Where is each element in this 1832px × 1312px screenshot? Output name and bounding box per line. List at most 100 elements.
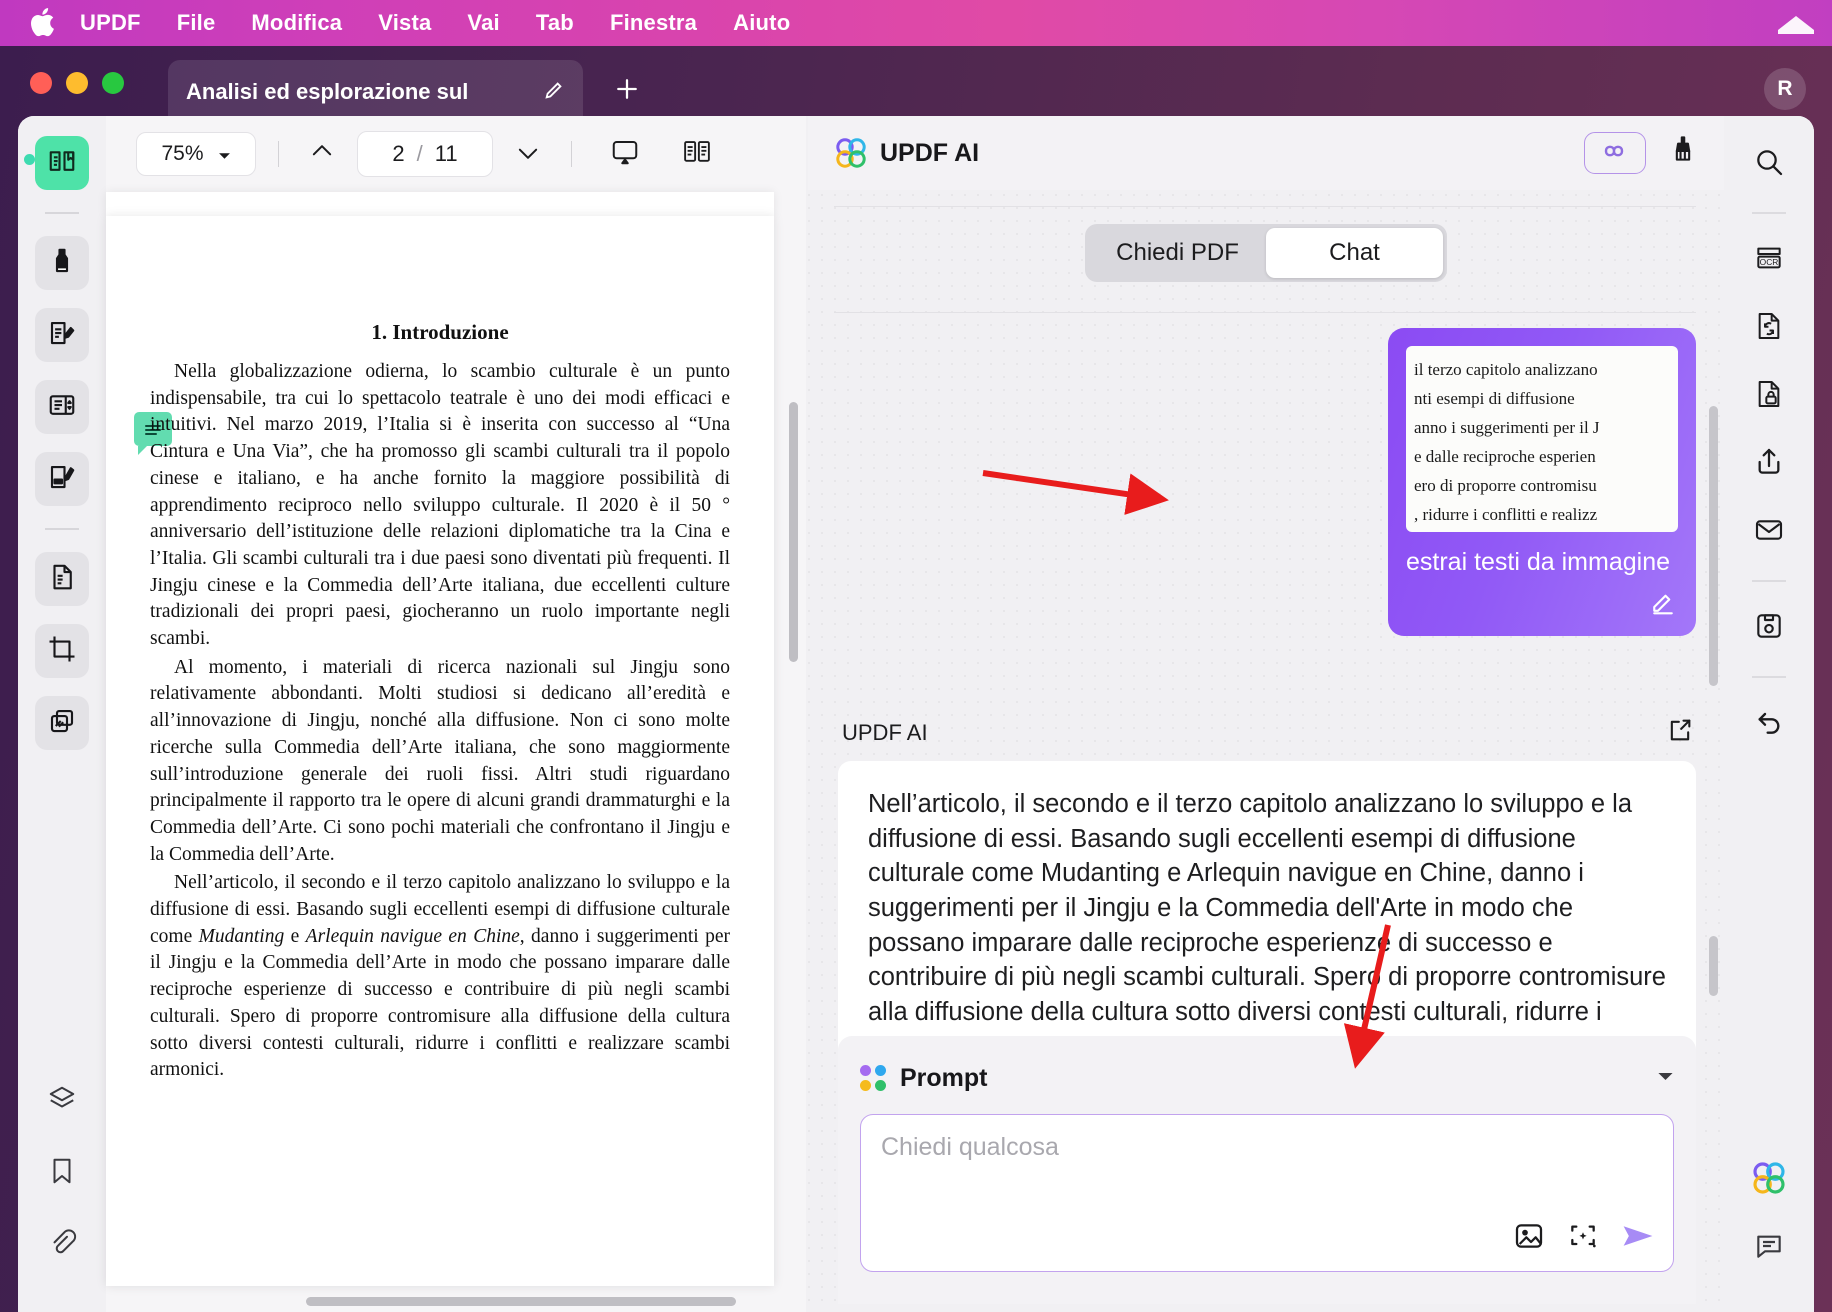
ai-mode-tabs: Chiedi PDF Chat bbox=[1085, 224, 1447, 282]
updf-ai-clover-icon bbox=[1751, 1160, 1787, 1201]
insert-image-icon[interactable] bbox=[1513, 1220, 1545, 1257]
sidebar-item-search[interactable] bbox=[1743, 138, 1795, 190]
image-text-line: anno i suggerimenti per il J bbox=[1414, 418, 1600, 437]
pencil-icon[interactable] bbox=[543, 79, 565, 106]
toolbar-divider-2 bbox=[571, 141, 572, 167]
screenshot-extract-icon[interactable] bbox=[1567, 1220, 1599, 1257]
menu-item-vai[interactable]: Vai bbox=[449, 0, 517, 46]
window-controls[interactable] bbox=[30, 72, 124, 94]
previous-page-button[interactable] bbox=[301, 133, 343, 175]
document-horizontal-scrollbar[interactable] bbox=[306, 1297, 736, 1306]
apple-logo-icon[interactable] bbox=[22, 8, 62, 38]
para3-part-c: , danno i suggerimenti per il Jingju e l… bbox=[150, 925, 730, 1081]
right-rail-divider bbox=[1752, 212, 1786, 214]
stacked-pages-icon bbox=[47, 706, 77, 741]
page-layout-button[interactable] bbox=[676, 133, 718, 175]
tabs-divider bbox=[834, 312, 1696, 313]
tab-chat[interactable]: Chat bbox=[1266, 228, 1443, 278]
sidebar-item-reader-view[interactable] bbox=[35, 136, 89, 190]
document-heading: 1. Introduzione bbox=[371, 320, 509, 344]
expand-answer-button[interactable] bbox=[1666, 716, 1694, 749]
left-toolbar-rail bbox=[18, 116, 106, 1312]
right-rail-divider-2 bbox=[1752, 580, 1786, 582]
prompt-input-box[interactable]: Chiedi qualcosa bbox=[860, 1114, 1674, 1272]
sidebar-item-edit-pdf[interactable] bbox=[35, 380, 89, 434]
sidebar-item-ai-assistant[interactable] bbox=[1743, 1154, 1795, 1206]
sidebar-item-share[interactable] bbox=[1743, 438, 1795, 490]
sidebar-item-email[interactable] bbox=[1743, 506, 1795, 558]
maximize-window-button[interactable] bbox=[102, 72, 124, 94]
document-columns-icon bbox=[47, 390, 77, 425]
document-tab[interactable]: Analisi ed esplorazione sul bbox=[168, 60, 583, 124]
edit-message-button[interactable] bbox=[1406, 587, 1678, 622]
menu-item-modifica[interactable]: Modifica bbox=[233, 0, 360, 46]
rail-divider-2 bbox=[45, 528, 79, 530]
notification-center-icon[interactable] bbox=[1776, 10, 1816, 36]
sidebar-item-save[interactable] bbox=[1743, 602, 1795, 654]
presentation-button[interactable] bbox=[604, 133, 646, 175]
envelope-icon bbox=[1753, 514, 1785, 551]
app-body: 75% 2 / 11 1. Introduzione Nella globali… bbox=[18, 116, 1814, 1312]
sidebar-item-organize-pages[interactable] bbox=[35, 552, 89, 606]
book-open-icon bbox=[47, 146, 77, 181]
ai-credits-badge[interactable] bbox=[1584, 132, 1646, 174]
zoom-level-value: 75% bbox=[161, 142, 204, 165]
plus-icon[interactable] bbox=[612, 74, 642, 109]
document-paragraph-1: Nella globalizzazione odierna, lo scambi… bbox=[150, 361, 730, 650]
crop-icon bbox=[47, 634, 77, 669]
sidebar-item-fill-sign[interactable] bbox=[35, 452, 89, 506]
ai-panel-scrollbar-bottom[interactable] bbox=[1709, 936, 1718, 996]
document-vertical-scrollbar[interactable] bbox=[789, 402, 798, 662]
sidebar-item-layers[interactable] bbox=[35, 1074, 89, 1128]
menu-item-vista[interactable]: Vista bbox=[360, 0, 449, 46]
chevron-down-icon[interactable] bbox=[1657, 1069, 1674, 1087]
sidebar-item-attachments[interactable] bbox=[35, 1218, 89, 1272]
marker-pen-icon bbox=[47, 246, 77, 281]
pdf-viewer: 75% 2 / 11 1. Introduzione Nella globali… bbox=[106, 116, 806, 1312]
menu-item-tab[interactable]: Tab bbox=[518, 0, 592, 46]
ai-panel-header: UPDF AI bbox=[808, 116, 1724, 190]
next-page-button[interactable] bbox=[507, 133, 549, 175]
ai-panel-scrollbar-top[interactable] bbox=[1709, 406, 1718, 686]
pdf-page: 1. Introduzione Nella globalizzazione od… bbox=[106, 216, 774, 1286]
send-arrow-icon[interactable] bbox=[1621, 1221, 1655, 1256]
sidebar-item-batch[interactable] bbox=[35, 696, 89, 750]
para3-part-b: e bbox=[284, 925, 306, 947]
clear-chat-brush-icon[interactable] bbox=[1668, 135, 1698, 172]
ai-answer-text: Nell’articolo, il secondo e il terzo cap… bbox=[868, 790, 1666, 1061]
updf-ai-panel: UPDF AI Chiedi PDF Chat il terzo capitol… bbox=[808, 116, 1724, 1312]
sidebar-item-highlight[interactable] bbox=[35, 236, 89, 290]
sidebar-item-crop[interactable] bbox=[35, 624, 89, 678]
zoom-level-select[interactable]: 75% bbox=[136, 132, 256, 176]
user-message-text: estrai testi da immagine bbox=[1406, 548, 1671, 576]
prompt-action-buttons bbox=[1513, 1220, 1655, 1257]
sidebar-item-convert[interactable] bbox=[1743, 302, 1795, 354]
ocr-icon: OCR bbox=[1753, 242, 1785, 279]
prompt-placeholder: Chiedi qualcosa bbox=[881, 1133, 1059, 1161]
sidebar-item-comments[interactable] bbox=[1743, 1222, 1795, 1274]
page-number-field[interactable]: 2 / 11 bbox=[357, 131, 493, 177]
sidebar-item-protect[interactable] bbox=[1743, 370, 1795, 422]
sidebar-item-undo[interactable] bbox=[1743, 698, 1795, 750]
ai-panel-title: UPDF AI bbox=[880, 138, 980, 167]
menu-item-file[interactable]: File bbox=[159, 0, 234, 46]
current-page-value: 2 bbox=[392, 141, 405, 166]
para3-italic-2: Arlequin navigue en Chine bbox=[305, 925, 520, 947]
chevrons-down-icon bbox=[514, 138, 542, 171]
menu-item-updf[interactable]: UPDF bbox=[62, 0, 159, 46]
prompt-section: Prompt Chiedi qualcosa bbox=[838, 1036, 1696, 1304]
menu-item-finestra[interactable]: Finestra bbox=[592, 0, 715, 46]
menu-item-aiuto[interactable]: Aiuto bbox=[715, 0, 808, 46]
sidebar-item-annotate[interactable] bbox=[35, 308, 89, 362]
close-window-button[interactable] bbox=[30, 72, 52, 94]
sidebar-item-bookmarks[interactable] bbox=[35, 1146, 89, 1200]
document-lock-icon bbox=[1753, 378, 1785, 415]
viewer-toolbar: 75% 2 / 11 bbox=[106, 116, 806, 192]
user-message-bubble[interactable]: il terzo capitolo analizzano nti esempi … bbox=[1388, 328, 1696, 636]
minimize-window-button[interactable] bbox=[66, 72, 88, 94]
document-scroll-area[interactable]: 1. Introduzione Nella globalizzazione od… bbox=[106, 192, 806, 1312]
attached-image-thumbnail[interactable]: il terzo capitolo analizzano nti esempi … bbox=[1406, 346, 1678, 532]
tab-chiedi-pdf[interactable]: Chiedi PDF bbox=[1089, 228, 1266, 278]
avatar[interactable]: R bbox=[1764, 68, 1806, 110]
sidebar-item-ocr[interactable]: OCR bbox=[1743, 234, 1795, 286]
